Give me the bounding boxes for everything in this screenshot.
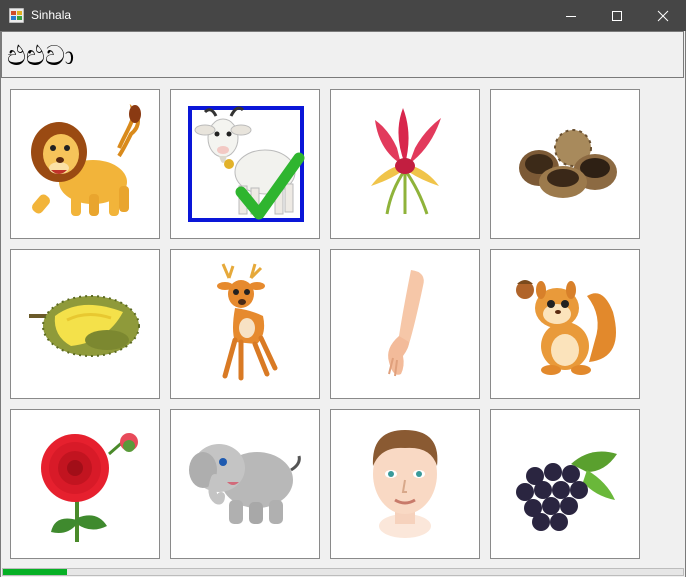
- picture-tile-grapes[interactable]: [490, 409, 640, 559]
- picture-tile-goat[interactable]: [170, 89, 320, 239]
- title-bar: Sinhala: [0, 0, 686, 31]
- picture-tile-lion[interactable]: [10, 89, 160, 239]
- minimize-button[interactable]: [548, 0, 594, 31]
- window-title: Sinhala: [31, 8, 72, 22]
- progress-fill: [3, 569, 67, 575]
- picture-tile-flower[interactable]: [330, 89, 480, 239]
- boy-face-icon: [372, 430, 438, 538]
- picture-tile-deer[interactable]: [170, 249, 320, 399]
- picture-tile-durian[interactable]: [10, 249, 160, 399]
- picture-tile-nuts[interactable]: [490, 89, 640, 239]
- picture-tile-elephant[interactable]: [170, 409, 320, 559]
- maximize-icon: [612, 10, 622, 21]
- picture-tile-arm[interactable]: [330, 249, 480, 399]
- progress-bar: [2, 568, 684, 576]
- nuts-icon: [519, 129, 617, 198]
- close-icon: [657, 10, 669, 21]
- target-word: එළුවා: [7, 39, 75, 72]
- picture-tile-boy-face[interactable]: [330, 409, 480, 559]
- elephant-icon: [189, 444, 301, 524]
- flower-icon: [371, 108, 441, 215]
- durian-icon: [29, 295, 140, 357]
- arm-icon: [388, 270, 424, 377]
- picture-tile-dahlia[interactable]: [10, 409, 160, 559]
- deer-icon: [217, 263, 278, 381]
- dahlia-icon: [41, 433, 138, 542]
- picture-tile-squirrel[interactable]: [490, 249, 640, 399]
- close-button[interactable]: [640, 0, 686, 31]
- minimize-icon: [566, 15, 576, 17]
- window-border-left: [0, 31, 1, 577]
- maximize-button[interactable]: [594, 0, 640, 31]
- squirrel-icon: [516, 280, 616, 375]
- goat-icon: [188, 106, 305, 222]
- lion-icon: [31, 103, 141, 216]
- word-panel: එළුවා: [1, 31, 684, 78]
- grapes-icon: [516, 451, 617, 531]
- app-icon: [9, 8, 24, 23]
